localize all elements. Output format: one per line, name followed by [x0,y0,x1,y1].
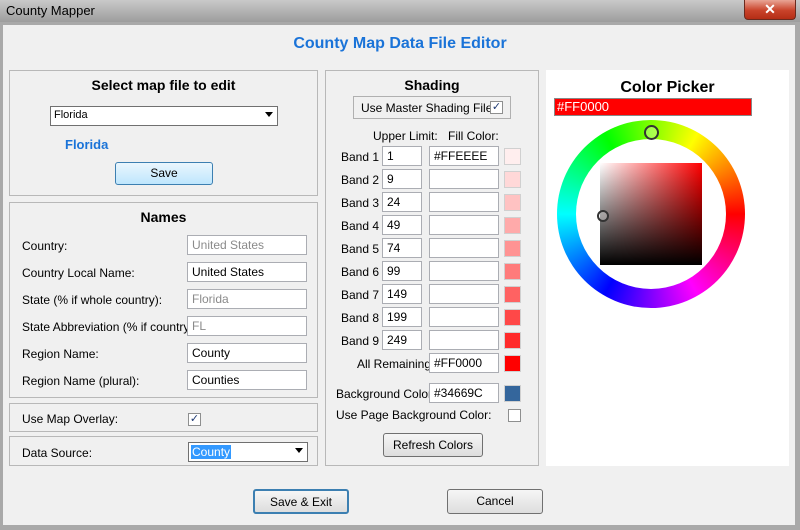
names-field-input[interactable]: Counties [187,370,307,390]
band-upper-limit-input[interactable]: 9 [382,169,422,189]
window-title: County Mapper [6,3,95,18]
names-group-title: Names [140,209,187,225]
band-label: Band 8 [341,311,380,325]
current-map-name: Florida [65,137,109,152]
band-upper-limit-input[interactable]: 249 [382,330,422,350]
band-color-swatch[interactable] [504,240,521,257]
map-file-selected: Florida [54,109,88,121]
all-remaining-fill-input[interactable]: #FF0000 [429,353,499,373]
master-shading-label: Use Master Shading File: [361,101,496,115]
band-fill-color-input[interactable] [429,192,499,212]
color-hex-field[interactable]: #FF0000 [554,98,752,116]
band-color-swatch[interactable] [504,286,521,303]
band-upper-limit-input[interactable]: 49 [382,215,422,235]
names-field-label: Country: [22,239,68,253]
page-background-label: Use Page Background Color: [336,408,492,422]
close-button[interactable]: ✕ [744,0,796,20]
map-overlay-group: Use Map Overlay: ✓ [9,403,318,432]
band-label: Band 1 [341,150,380,164]
color-picker-title: Color Picker [620,79,715,96]
hue-selector-handle[interactable] [644,125,659,140]
close-icon: ✕ [764,1,776,17]
checkmark-icon: ✓ [189,413,200,425]
names-field-label: Region Name (plural): [22,374,140,388]
data-source-label: Data Source: [22,446,93,460]
color-picker-panel: Color Picker #FF0000 [546,70,789,466]
band-fill-color-input[interactable] [429,330,499,350]
names-field-label: Country Local Name: [22,266,135,280]
band-upper-limit-input[interactable]: 199 [382,307,422,327]
data-source-selected: County [191,445,232,459]
band-color-swatch[interactable] [504,217,521,234]
fill-color-header: Fill Color: [448,129,499,143]
band-color-swatch[interactable] [504,309,521,326]
map-file-group-title: Select map file to edit [91,77,236,93]
map-overlay-label: Use Map Overlay: [22,412,119,426]
band-fill-color-input[interactable] [429,215,499,235]
cancel-button[interactable]: Cancel [447,489,543,514]
band-color-swatch[interactable] [504,332,521,349]
band-color-swatch[interactable] [504,171,521,188]
band-label: Band 6 [341,265,380,279]
all-remaining-swatch[interactable] [504,355,521,372]
band-color-swatch[interactable] [504,148,521,165]
band-fill-color-input[interactable] [429,169,499,189]
map-overlay-checkbox[interactable]: ✓ [188,413,201,426]
band-upper-limit-input[interactable]: 74 [382,238,422,258]
map-file-group: Select map file to edit Florida Florida … [9,70,318,196]
band-color-swatch[interactable] [504,194,521,211]
band-upper-limit-input[interactable]: 24 [382,192,422,212]
data-source-group: Data Source: County [9,436,318,466]
names-field-label: State Abbreviation (% if country): [22,320,197,334]
upper-limit-header: Upper Limit: [373,129,438,143]
page-background-checkbox[interactable] [508,409,521,422]
band-label: Band 7 [341,288,380,302]
color-selector-handle[interactable] [597,210,609,222]
band-fill-color-input[interactable] [429,307,499,327]
names-field-input[interactable]: United States [187,235,307,255]
band-upper-limit-input[interactable]: 1 [382,146,422,166]
shading-group: Shading Use Master Shading File: ✓ Upper… [325,70,539,466]
names-field-label: Region Name: [22,347,99,361]
band-label: Band 5 [341,242,380,256]
chevron-down-icon [265,112,273,117]
shading-group-title: Shading [404,77,460,93]
background-color-input[interactable]: #34669C [429,383,499,403]
refresh-colors-button[interactable]: Refresh Colors [383,433,483,457]
all-remaining-label: All Remaining: [357,357,435,371]
band-fill-color-input[interactable] [429,238,499,258]
master-shading-checkbox[interactable]: ✓ [490,101,503,114]
band-label: Band 9 [341,334,380,348]
master-shading-box: Use Master Shading File: ✓ [353,96,511,119]
names-field-input[interactable]: United States [187,262,307,282]
band-fill-color-input[interactable] [429,284,499,304]
band-color-swatch[interactable] [504,263,521,280]
title-bar [0,0,800,22]
band-upper-limit-input[interactable]: 149 [382,284,422,304]
names-field-label: State (% if whole country): [22,293,163,307]
data-source-dropdown[interactable]: County [188,442,308,462]
save-button[interactable]: Save [115,162,213,185]
names-field-input[interactable]: Florida [187,289,307,309]
band-upper-limit-input[interactable]: 99 [382,261,422,281]
names-field-input[interactable]: FL [187,316,307,336]
save-exit-button[interactable]: Save & Exit [253,489,349,514]
band-label: Band 3 [341,196,380,210]
band-fill-color-input[interactable] [429,261,499,281]
background-color-label: Background Color: [336,387,436,401]
names-group: Names Country: United States Country Local… [9,202,318,398]
map-file-dropdown[interactable]: Florida [50,106,278,126]
band-label: Band 2 [341,173,380,187]
checkmark-icon: ✓ [491,101,502,113]
names-field-input[interactable]: County [187,343,307,363]
band-fill-color-input[interactable]: #FFEEEE [429,146,499,166]
band-label: Band 4 [341,219,380,233]
page-title: County Map Data File Editor [293,35,507,52]
chevron-down-icon [295,448,303,453]
background-color-swatch[interactable] [504,385,521,402]
saturation-value-square[interactable] [600,163,702,265]
